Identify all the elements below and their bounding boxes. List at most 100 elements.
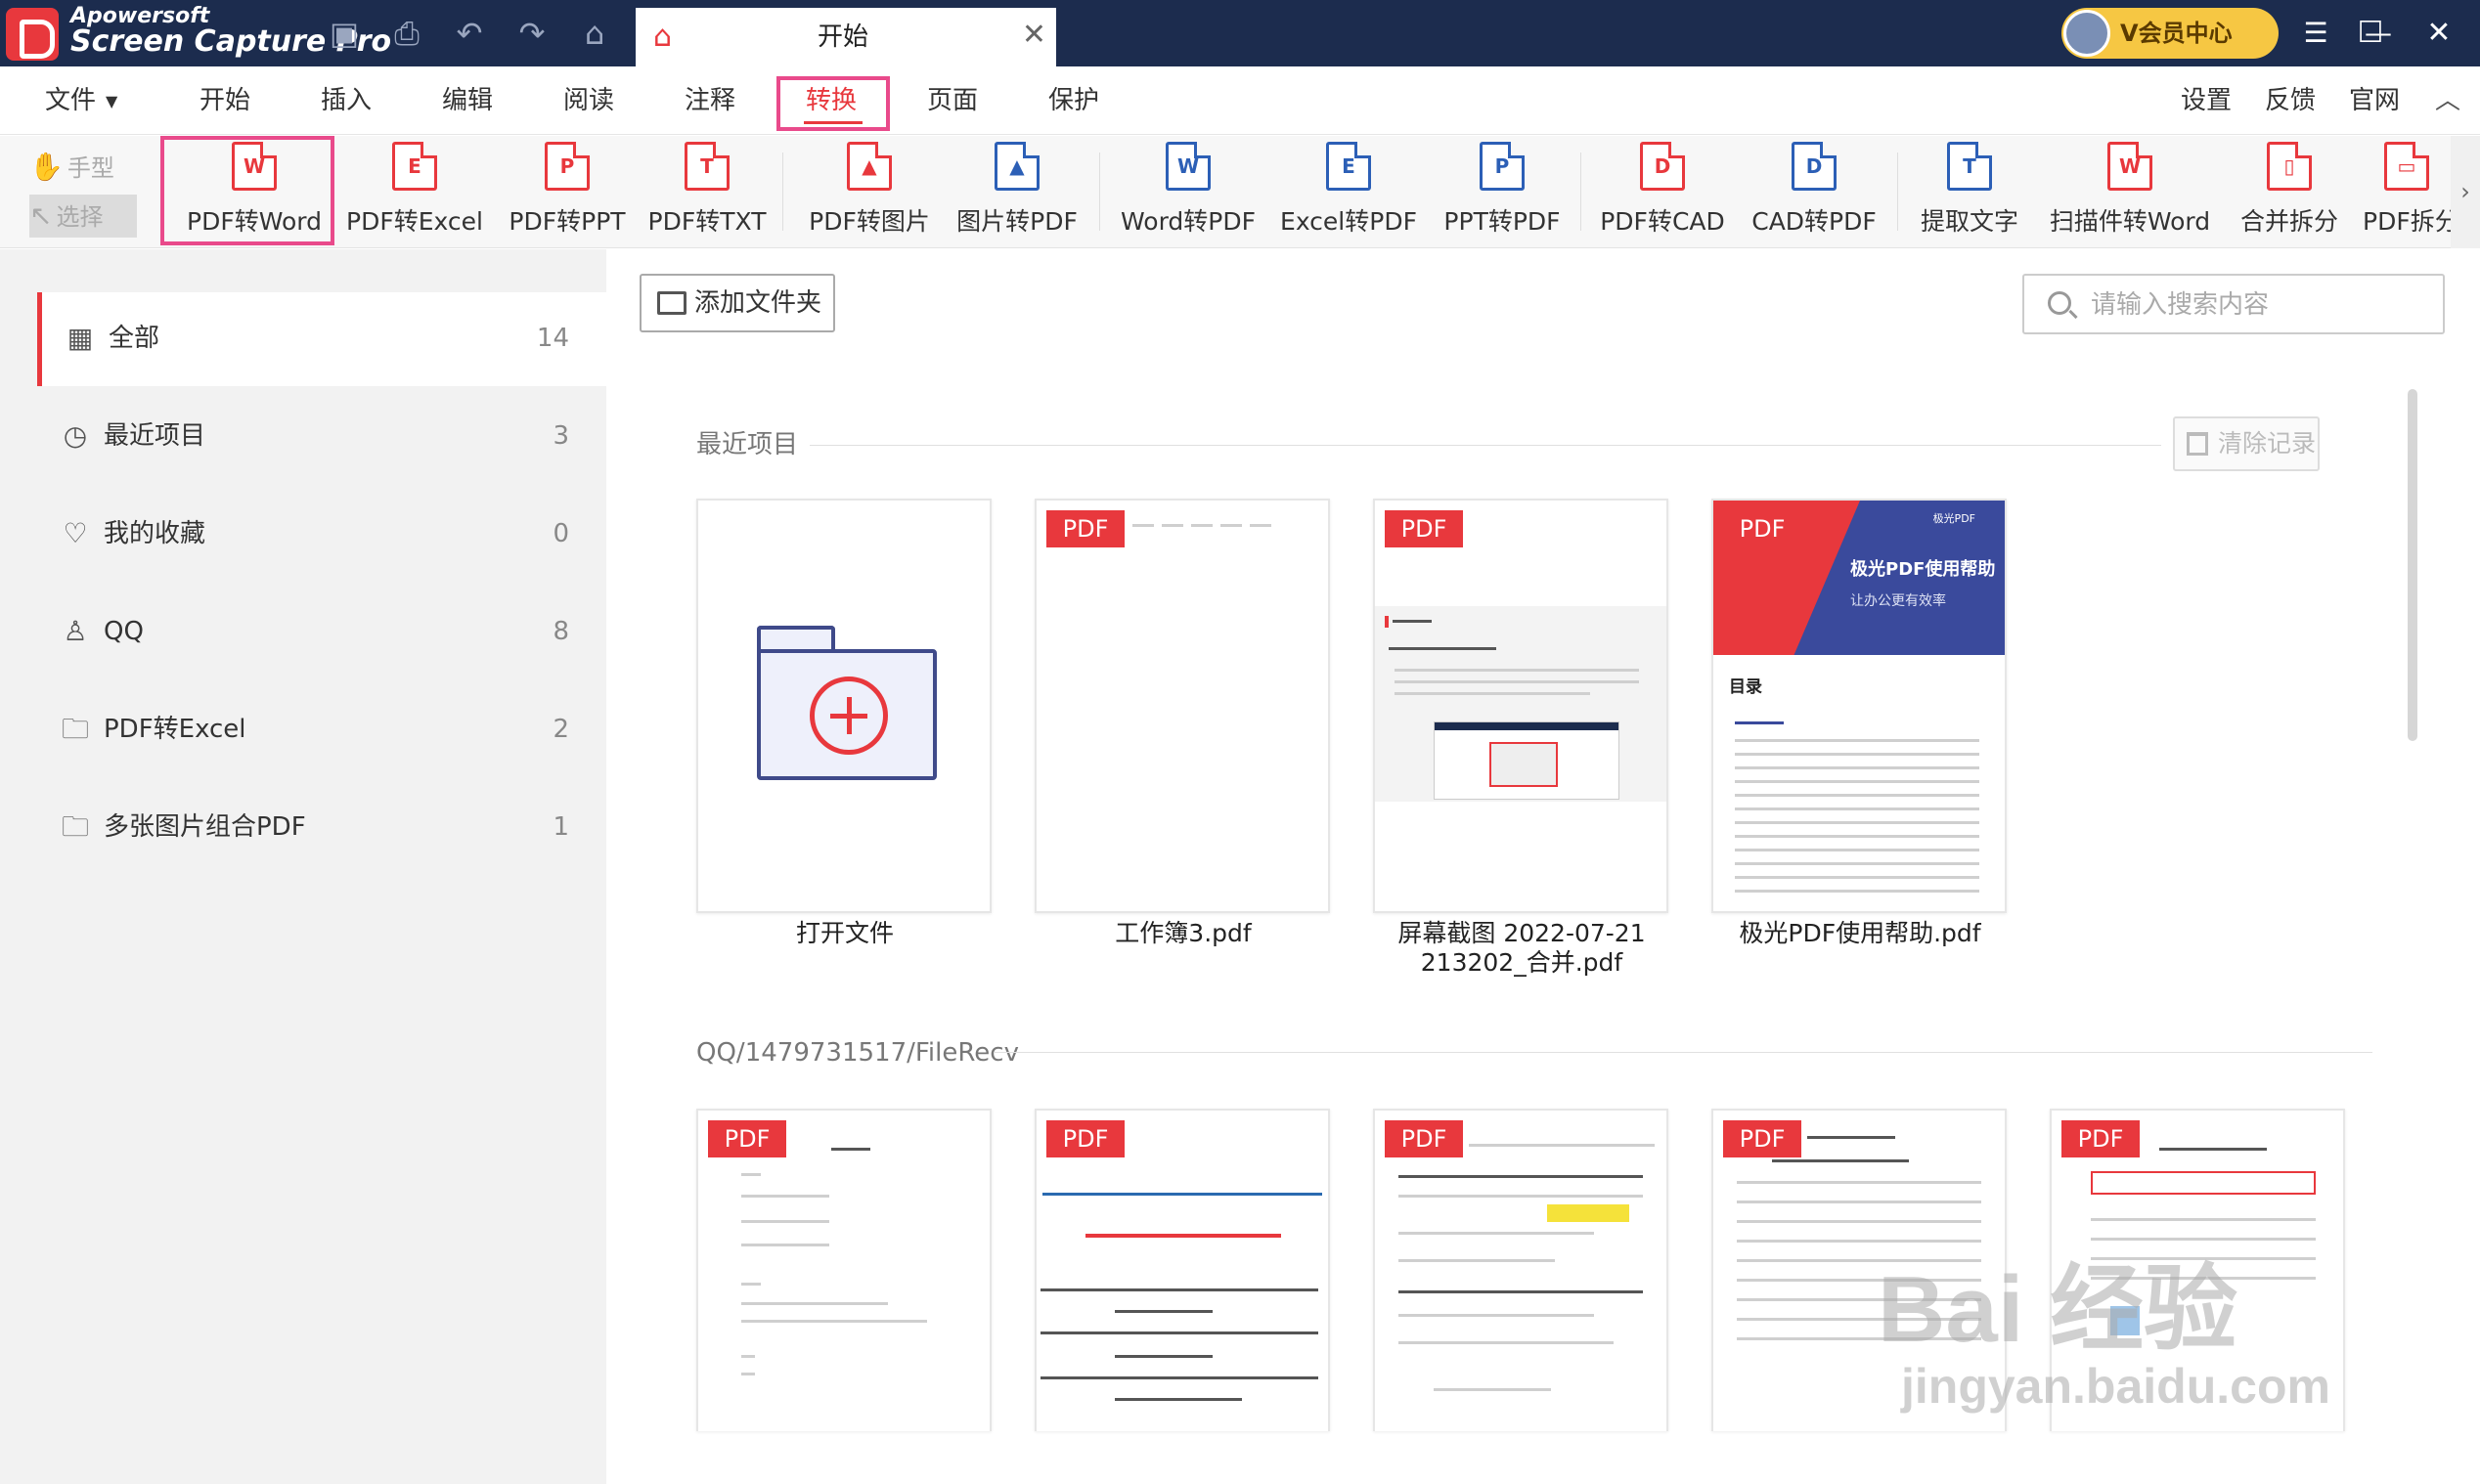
doc-line <box>1735 753 1979 756</box>
menu-insert[interactable]: 插入 <box>321 82 372 119</box>
save-icon[interactable]: ▣ <box>325 14 364 53</box>
qq-icon: ♙ <box>63 615 88 647</box>
menu-protect[interactable]: 保护 <box>1048 82 1099 119</box>
tab-start[interactable]: ⌂ 开始 ✕ <box>636 8 1056 66</box>
vertical-scrollbar[interactable] <box>2408 389 2417 741</box>
sidebar-item-multi-image-pdf[interactable]: 🗀 多张图片组合PDF 1 <box>37 781 606 875</box>
file-name-line2: 213202_合并.pdf <box>1420 948 1623 977</box>
vip-center-button[interactable]: V会员中心 <box>2061 8 2279 59</box>
add-folder-button[interactable]: 添加文件夹 <box>640 274 835 332</box>
doc-line <box>1735 876 1979 879</box>
sidebar-item-qq[interactable]: ♙ QQ 8 <box>37 586 606 679</box>
doc-line <box>741 1355 755 1358</box>
qq-file-card[interactable]: PDF <box>1373 1109 1668 1431</box>
open-file-card[interactable] <box>696 499 992 913</box>
menu-feedback[interactable]: 反馈 <box>2265 82 2316 119</box>
tool-pdf-to-image[interactable]: ▲ PDF转图片 <box>802 142 937 243</box>
qq-file-card[interactable]: PDF <box>696 1109 992 1431</box>
search-box[interactable] <box>2022 274 2445 334</box>
menu-settings[interactable]: 设置 <box>2181 82 2232 119</box>
clear-records-button[interactable]: 清除记录 <box>2173 416 2320 471</box>
recent-file-card[interactable]: 极光PDF使用帮助 让办公更有效率 极光PDF PDF 目录 <box>1711 499 2007 913</box>
doc-line <box>1469 1144 1655 1147</box>
tab-title: 开始 <box>818 22 869 52</box>
toolbar-divider <box>1099 153 1100 231</box>
pdf-cad-icon: D <box>1640 142 1685 191</box>
tool-pdf-to-cad[interactable]: D PDF转CAD <box>1600 142 1725 243</box>
help-brand: 极光PDF <box>1932 512 1975 525</box>
doc-line <box>1398 1290 1643 1293</box>
search-input[interactable] <box>2091 285 2433 325</box>
tool-cad-to-pdf[interactable]: D CAD转PDF <box>1750 142 1878 243</box>
pdf-excel-icon: E <box>392 142 437 191</box>
ribbon-toolbar: ✋ 手型 ↖ 选择 W PDF转Word E PDF转Excel P PDF转PPT… <box>0 136 2480 248</box>
menu-bar: 文件 ▼ 开始 插入 编辑 阅读 注释 转换 页面 保护 设置 反馈 官网 ︿ <box>0 66 2480 135</box>
recent-file-card[interactable]: PDF <box>1373 499 1668 913</box>
pdf-to-word-highlight-box <box>160 136 334 245</box>
tool-pdf-to-excel[interactable]: E PDF转Excel <box>338 142 491 243</box>
doc-line <box>741 1195 829 1198</box>
maximize-icon[interactable]: ☐ <box>2351 14 2390 53</box>
pdf-image-icon: ▲ <box>847 142 892 191</box>
doc-line <box>1385 616 1389 628</box>
folder-icon <box>657 291 686 315</box>
sidebar-item-all[interactable]: ▦ 全部 14 <box>37 292 606 386</box>
help-subtitle: 让办公更有效率 <box>1850 593 1946 609</box>
doc-line <box>1393 620 1432 623</box>
doc-line <box>1398 1175 1643 1178</box>
print-icon[interactable]: ⎙ <box>387 14 426 53</box>
undo-icon[interactable]: ↶ <box>450 14 489 53</box>
title-bar: Apowersoft Screen Capture Pro ▣ ⎙ ↶ ↷ ⌂ … <box>0 0 2480 66</box>
doc-line <box>1735 721 1784 724</box>
highlight-mark <box>1547 1204 1629 1222</box>
close-tab-icon[interactable]: ✕ <box>1022 18 1046 53</box>
ppt-pdf-icon: P <box>1480 142 1525 191</box>
doc-line <box>1115 1398 1242 1401</box>
home-nav-icon[interactable]: ⌂ <box>575 14 614 53</box>
menu-page[interactable]: 页面 <box>927 82 978 119</box>
doc-line <box>1041 1376 1318 1379</box>
tool-extract-text[interactable]: T 提取文字 <box>1917 142 2022 243</box>
sidebar-item-favorites[interactable]: ♡ 我的收藏 0 <box>37 488 606 582</box>
menu-start[interactable]: 开始 <box>199 82 250 119</box>
menu-file[interactable]: 文件 ▼ <box>45 82 117 119</box>
doc-line <box>1735 835 1979 838</box>
doc-line <box>1398 1341 1614 1344</box>
collapse-ribbon-icon[interactable]: ︿ <box>2435 82 2460 119</box>
pdf-split-icon: ▭ <box>2384 142 2429 191</box>
tool-word-to-pdf[interactable]: W Word转PDF <box>1115 142 1262 243</box>
hand-mode-button[interactable]: ✋ 手型 <box>29 146 137 189</box>
menu-lines-icon[interactable]: ☰ <box>2296 14 2335 53</box>
avatar[interactable] <box>2063 10 2110 57</box>
pdf-badge: PDF <box>1385 1120 1463 1157</box>
menu-website[interactable]: 官网 <box>2349 82 2400 119</box>
tool-merge-split[interactable]: ▯ 合并拆分 <box>2236 142 2343 243</box>
doc-line <box>1041 1288 1318 1291</box>
folder-clock-icon: 🗀 <box>61 810 89 843</box>
toolbar-scroll-right-icon[interactable]: › <box>2451 136 2480 248</box>
redo-icon[interactable]: ↷ <box>512 14 552 53</box>
convert-highlight-box <box>776 76 890 131</box>
sidebar-item-pdf-to-excel[interactable]: 🗀 PDF转Excel 2 <box>37 683 606 777</box>
qq-file-card[interactable]: PDF <box>1035 1109 1330 1431</box>
app-logo <box>6 8 59 61</box>
menu-annotate[interactable]: 注释 <box>685 82 735 119</box>
tool-pdf-to-ppt[interactable]: P PDF转PPT <box>499 142 636 243</box>
tool-scan-to-word[interactable]: W 扫描件转Word <box>2048 142 2212 243</box>
tool-excel-to-pdf[interactable]: E Excel转PDF <box>1275 142 1422 243</box>
doc-line <box>1807 1136 1895 1139</box>
tool-pdf-to-txt[interactable]: T PDF转TXT <box>642 142 773 243</box>
menu-edit[interactable]: 编辑 <box>442 82 493 119</box>
doc-line <box>1398 1232 1594 1235</box>
doc-line <box>1735 780 1979 783</box>
tool-image-to-pdf[interactable]: ▲ 图片转PDF <box>949 142 1085 243</box>
select-mode-button[interactable]: ↖ 选择 <box>29 195 137 238</box>
menu-read[interactable]: 阅读 <box>563 82 614 119</box>
doc-line <box>1115 1355 1213 1358</box>
close-window-icon[interactable]: ✕ <box>2419 14 2458 53</box>
recent-file-card[interactable]: PDF <box>1035 499 1330 913</box>
sidebar-item-recent[interactable]: ◷ 最近项目 3 <box>37 390 606 484</box>
tool-ppt-to-pdf[interactable]: P PPT转PDF <box>1434 142 1571 243</box>
doc-line <box>1398 1259 1555 1262</box>
tool-pdf-split[interactable]: ▭ PDF拆分 <box>2363 142 2451 243</box>
